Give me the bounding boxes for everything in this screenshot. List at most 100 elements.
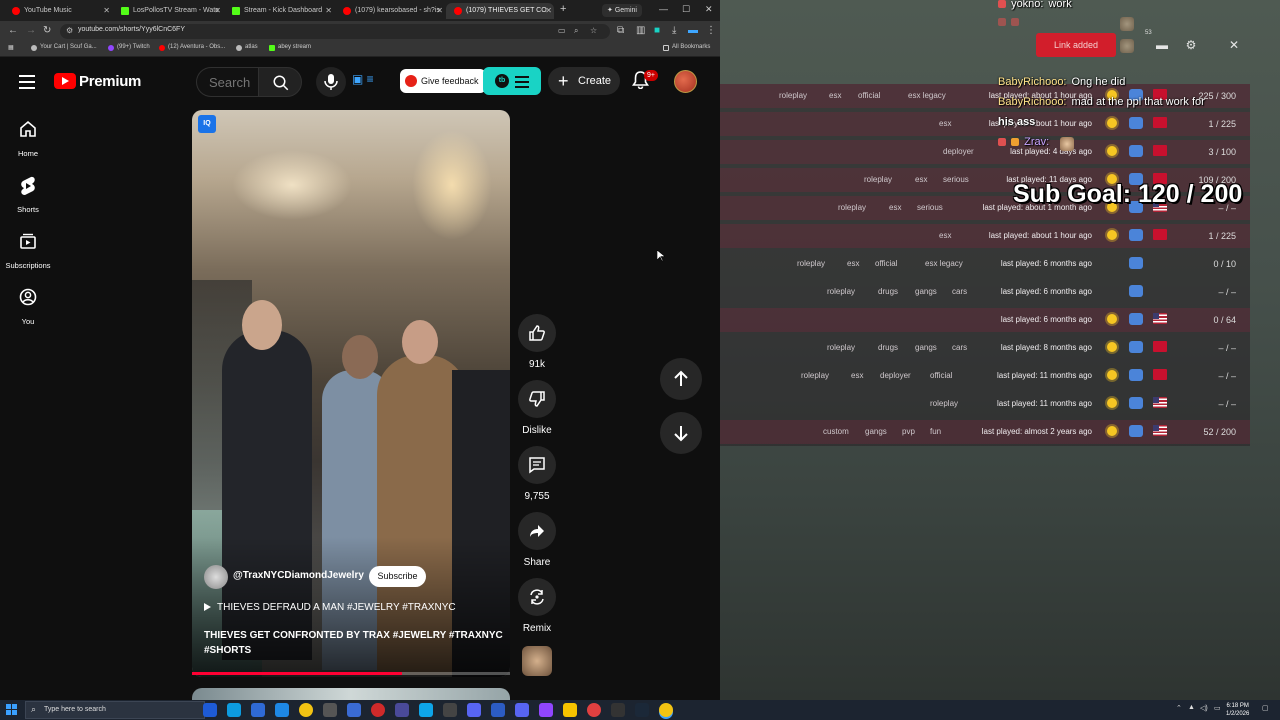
like-button[interactable] bbox=[518, 314, 556, 352]
close-tab-icon[interactable]: ✕ bbox=[214, 3, 221, 19]
start-windows-icon[interactable] bbox=[6, 704, 18, 716]
apps-icon[interactable]: ▦ bbox=[8, 44, 14, 51]
close-tab-icon[interactable]: ✕ bbox=[436, 3, 443, 19]
subscribe-button[interactable]: Subscribe bbox=[369, 566, 426, 587]
sidebar-item-shorts[interactable]: Shorts bbox=[0, 170, 56, 220]
close-window-icon[interactable]: ✕ bbox=[705, 4, 713, 15]
extension-iq-icon[interactable]: ▣ ≡ bbox=[352, 72, 374, 86]
edge-icon[interactable] bbox=[227, 703, 241, 717]
taskbar-clock[interactable]: 6:18 PM 1/2/2026 bbox=[1226, 702, 1249, 718]
sound-thumbnail[interactable] bbox=[522, 646, 552, 676]
forward-icon[interactable]: → bbox=[26, 25, 36, 36]
discord-icon[interactable] bbox=[1129, 257, 1143, 269]
all-bookmarks[interactable]: All Bookmarks bbox=[663, 44, 710, 51]
server-row[interactable]: last played: 6 months ago cars gangs drugs r… bbox=[720, 280, 1250, 304]
dislike-button[interactable] bbox=[518, 380, 556, 418]
opera-icon[interactable] bbox=[371, 703, 385, 717]
steam-icon[interactable] bbox=[635, 703, 649, 717]
maximize-icon[interactable]: ☐ bbox=[682, 4, 690, 15]
remix-button[interactable] bbox=[518, 578, 556, 616]
account-avatar[interactable] bbox=[674, 70, 697, 93]
network-icon[interactable]: ▲ bbox=[1188, 704, 1195, 711]
iq-overlay-badge[interactable]: IQ bbox=[198, 115, 216, 133]
twitch-icon[interactable] bbox=[539, 703, 553, 717]
site-info-icon[interactable]: ⚙ bbox=[66, 26, 73, 35]
server-row[interactable]: last played: 6 months ago 0 / 64 bbox=[720, 308, 1250, 332]
chrome-active-icon[interactable] bbox=[659, 703, 673, 717]
discord-icon[interactable] bbox=[467, 703, 481, 717]
discord-icon[interactable] bbox=[1129, 341, 1143, 353]
chrome-icon[interactable] bbox=[299, 703, 313, 717]
discord-icon[interactable] bbox=[1129, 313, 1143, 325]
server-row[interactable]: last played: 6 months ago esx legacy offic… bbox=[720, 252, 1250, 276]
linked-video-line[interactable]: THIEVES DEFRAUD A MAN #JEWELRY #TRAXNYC bbox=[204, 602, 456, 613]
discord-icon[interactable] bbox=[1129, 369, 1143, 381]
menu-icon[interactable] bbox=[19, 75, 35, 89]
bookmark-scuf[interactable]: Your Cart | Scuf Ga... bbox=[31, 44, 97, 51]
explorer-icon[interactable] bbox=[251, 703, 265, 717]
extension-icon[interactable]: ■ bbox=[654, 25, 660, 36]
search-input[interactable] bbox=[197, 68, 258, 96]
obs-icon[interactable] bbox=[323, 703, 337, 717]
battery-icon[interactable]: ▭ bbox=[1214, 704, 1221, 712]
remix-action[interactable]: Remix bbox=[518, 578, 556, 634]
close-tab-icon[interactable]: ✕ bbox=[325, 3, 332, 19]
sidebar-item-you[interactable]: You bbox=[0, 282, 56, 332]
extensions-icon[interactable]: ⧉ bbox=[617, 25, 624, 36]
server-row[interactable]: last played: 8 months ago cars gangs drugs r… bbox=[720, 336, 1250, 360]
app-icon[interactable] bbox=[443, 703, 457, 717]
back-icon[interactable]: ← bbox=[8, 25, 18, 36]
discord-icon[interactable] bbox=[515, 703, 529, 717]
close-tab-icon[interactable]: ✕ bbox=[545, 3, 552, 19]
server-row[interactable]: last played: 11 months ago roleplay – / – bbox=[720, 392, 1250, 416]
discord-icon[interactable] bbox=[1129, 145, 1143, 157]
profile-icon[interactable]: ▬ bbox=[688, 25, 698, 36]
discord-icon[interactable] bbox=[1129, 397, 1143, 409]
app-icon[interactable] bbox=[347, 703, 361, 717]
channel-name[interactable]: @TraxNYCDiamondJewelry bbox=[233, 570, 364, 581]
tab-kick-dashboard[interactable]: Stream - Kick Dashboard ✕ bbox=[224, 3, 334, 19]
discord-icon[interactable] bbox=[1129, 229, 1143, 241]
tubebuddy-button[interactable]: tb bbox=[483, 67, 541, 95]
next-short-button[interactable] bbox=[660, 412, 702, 454]
tab-youtube-thieves[interactable]: (1079) THIEVES GET CO ✕ bbox=[446, 3, 554, 19]
create-button[interactable]: + Create bbox=[548, 67, 620, 95]
channel-avatar[interactable] bbox=[204, 565, 228, 589]
dislike-action[interactable]: Dislike bbox=[518, 380, 556, 436]
discord-icon[interactable] bbox=[1129, 425, 1143, 437]
bookmark-aventura[interactable]: (12) Aventura - Obs... bbox=[159, 44, 225, 51]
downloads-icon[interactable]: ⤓ bbox=[672, 25, 676, 36]
shorts-video-player[interactable] bbox=[192, 110, 510, 677]
share-action[interactable]: Share bbox=[518, 512, 556, 568]
give-feedback-button[interactable]: Give feedback bbox=[400, 69, 486, 93]
server-row[interactable]: last played: 11 months ago official deploy… bbox=[720, 364, 1250, 388]
reload-icon[interactable]: ↻ bbox=[43, 25, 51, 36]
previous-short-button[interactable] bbox=[660, 358, 702, 400]
sidebar-item-subscriptions[interactable]: Subscriptions bbox=[0, 226, 56, 276]
window-icon[interactable]: ▬ bbox=[1153, 36, 1171, 54]
discord-icon[interactable] bbox=[1129, 285, 1143, 297]
store-icon[interactable] bbox=[275, 703, 289, 717]
app-icon[interactable] bbox=[587, 703, 601, 717]
kebab-menu-icon[interactable]: ⋮ bbox=[706, 25, 716, 36]
tray-chevron-icon[interactable]: ⌃ bbox=[1176, 704, 1182, 712]
gemini-button[interactable]: ✦ Gemini bbox=[602, 4, 642, 17]
like-action[interactable]: 91k bbox=[518, 314, 556, 370]
settings-gear-icon[interactable]: ⚙ bbox=[1182, 36, 1200, 54]
comments-action[interactable]: 9,755 bbox=[518, 446, 556, 502]
server-row[interactable]: last played: about 1 hour ago esx 1 / 225 bbox=[720, 224, 1250, 248]
app-icon[interactable] bbox=[563, 703, 577, 717]
close-tab-icon[interactable]: ✕ bbox=[103, 3, 110, 19]
minimize-icon[interactable]: — bbox=[659, 4, 668, 14]
taskview-icon[interactable] bbox=[203, 703, 217, 717]
tab-youtube-music[interactable]: YouTube Music ✕ bbox=[4, 3, 112, 19]
volume-icon[interactable]: ◁) bbox=[1200, 704, 1208, 712]
comments-button[interactable] bbox=[518, 446, 556, 484]
edge-icon[interactable] bbox=[419, 703, 433, 717]
app-icon[interactable] bbox=[611, 703, 625, 717]
tab-lospollostv[interactable]: LosPollosTV Stream - Watc ✕ bbox=[113, 3, 223, 19]
sidepanel-icon[interactable]: ▥ bbox=[636, 25, 645, 36]
short-title[interactable]: THIEVES GET CONFRONTED BY TRAX #JEWELRY … bbox=[204, 628, 504, 658]
bookmark-star-icon[interactable]: ☆ bbox=[590, 26, 597, 35]
bookmark-abey-stream[interactable]: abey stream bbox=[269, 44, 311, 51]
